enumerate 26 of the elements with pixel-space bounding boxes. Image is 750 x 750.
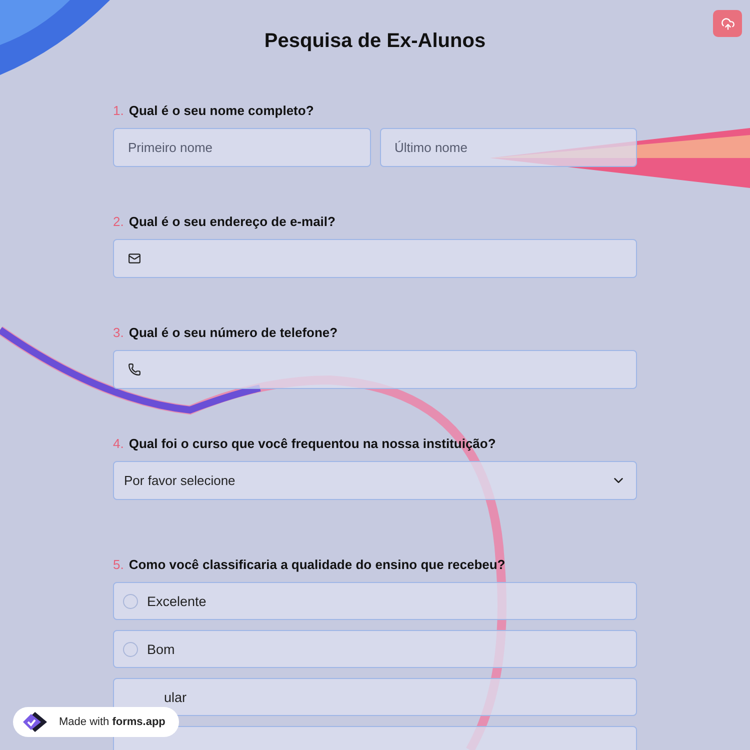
- upload-icon: [720, 16, 734, 30]
- input-field[interactable]: Último nome: [380, 128, 637, 167]
- radio-option[interactable]: ular: [113, 678, 637, 716]
- dropdown-field[interactable]: Por favor selecione: [113, 461, 637, 500]
- question-number: 2.: [113, 214, 124, 229]
- phone-icon: [128, 363, 141, 376]
- question-label: Qual foi o curso que você frequentou na nossa instituição?: [128, 436, 496, 451]
- radio-option[interactable]: Excelente: [113, 582, 637, 620]
- input-field[interactable]: [113, 239, 637, 278]
- radio-button[interactable]: [123, 594, 138, 608]
- upload-button[interactable]: [713, 10, 742, 37]
- question-number: 3.: [113, 325, 124, 340]
- question-label: Como você classificaria a qualidade do ensino que recebeu?: [128, 557, 506, 572]
- made-with-badge[interactable]: Made with forms.app: [13, 707, 180, 737]
- input-field[interactable]: Primeiro nome: [113, 128, 370, 167]
- question-label: Qual é o seu endereço de e-mail?: [128, 214, 336, 229]
- question-label: Qual é o seu número de telefone?: [128, 325, 338, 340]
- radio-button[interactable]: [123, 642, 138, 656]
- form-title: Pesquisa de Ex-Alunos: [263, 30, 487, 53]
- input-field[interactable]: [113, 350, 637, 389]
- question-number: 5.: [113, 557, 124, 572]
- mail-icon: [128, 252, 141, 265]
- question-number: 1.: [113, 103, 124, 118]
- question-label: Qual é o seu nome completo?: [128, 103, 314, 118]
- radio-option[interactable]: Bom: [113, 630, 637, 668]
- question-number: 4.: [113, 436, 124, 451]
